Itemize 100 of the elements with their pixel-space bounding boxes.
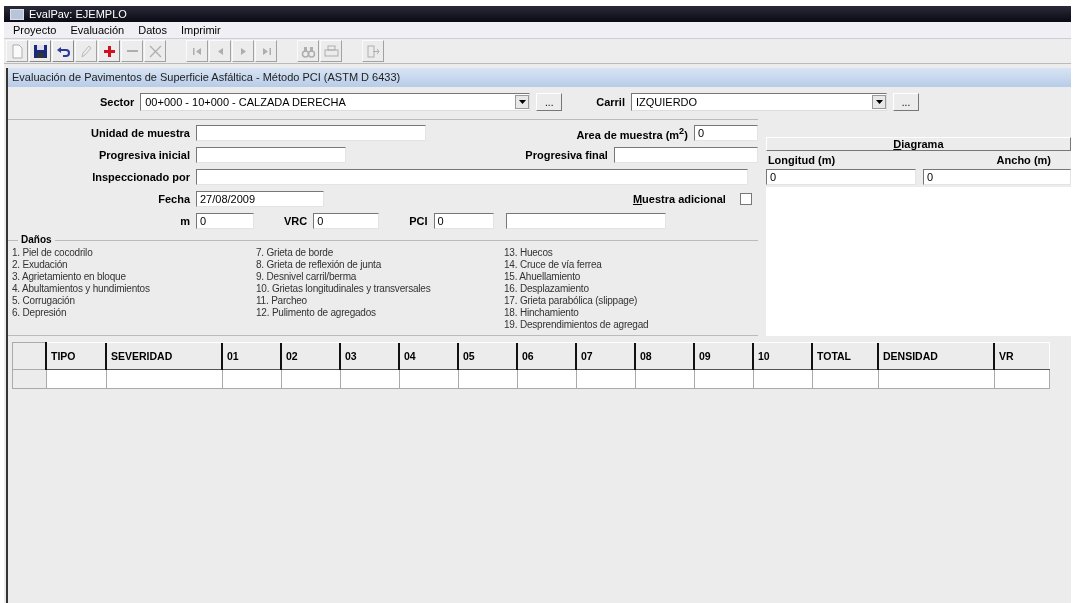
table-cell[interactable] bbox=[340, 369, 399, 389]
table-cell[interactable] bbox=[222, 369, 281, 389]
text-field[interactable] bbox=[196, 125, 426, 141]
column-header[interactable]: 05 bbox=[458, 342, 517, 370]
exit-icon bbox=[365, 43, 381, 59]
damage-item: 14. Cruce de vía ferrea bbox=[504, 259, 603, 271]
field-label: Area de muestra (m$^{2}$) bbox=[576, 125, 688, 141]
field-label: Inspeccionado por bbox=[91, 171, 190, 183]
table-cell[interactable] bbox=[576, 369, 635, 389]
text-field[interactable]: 0 bbox=[765, 168, 916, 185]
text-field[interactable]: 0 bbox=[313, 213, 380, 229]
menu-item[interactable]: Imprimir bbox=[174, 24, 228, 36]
save-button[interactable] bbox=[29, 40, 51, 62]
column-header[interactable]: 06 bbox=[517, 342, 576, 370]
menu-item[interactable]: Proyecto bbox=[6, 24, 64, 36]
damage-item: 3. Agrietamiento en bloque bbox=[12, 271, 127, 283]
column-header[interactable]: 09 bbox=[694, 342, 753, 370]
app-icon bbox=[10, 8, 24, 20]
column-header[interactable]: VR bbox=[994, 342, 1049, 370]
field-label: m bbox=[179, 215, 190, 227]
column-header[interactable]: SEVERIDAD bbox=[106, 342, 222, 370]
text-field[interactable]: 27/08/2009 bbox=[196, 191, 324, 207]
damage-item: 8. Grieta de reflexión de junta bbox=[256, 259, 383, 271]
minus-icon bbox=[126, 50, 138, 52]
field-label: VRC bbox=[284, 215, 308, 227]
pencil-icon bbox=[78, 43, 94, 59]
table-cell[interactable] bbox=[458, 369, 517, 389]
column-header[interactable]: 10 bbox=[753, 342, 812, 370]
text-field[interactable] bbox=[505, 213, 666, 229]
group-title: Daños bbox=[18, 234, 55, 245]
page-icon bbox=[9, 43, 25, 59]
field-label: Longitud (m) bbox=[767, 153, 836, 166]
table-cell[interactable] bbox=[812, 369, 878, 389]
field-label: Muestra adicional bbox=[632, 193, 726, 205]
save-icon bbox=[32, 43, 48, 59]
field-label: Sector bbox=[100, 96, 135, 108]
column-header[interactable]: 04 bbox=[399, 342, 458, 370]
table-cell[interactable] bbox=[878, 369, 994, 389]
damage-item: 9. Desnivel carril/berma bbox=[256, 271, 358, 283]
table-cell[interactable] bbox=[46, 369, 106, 389]
text-field[interactable]: 0 bbox=[433, 213, 494, 229]
damage-item: 15. Ahuellamiento bbox=[504, 271, 582, 283]
column-header[interactable]: TIPO bbox=[46, 342, 106, 370]
damage-item: 18. Hinchamiento bbox=[504, 307, 580, 319]
printer-icon bbox=[323, 43, 339, 59]
plus-icon bbox=[101, 43, 117, 59]
text-field[interactable]: 0 bbox=[923, 168, 1071, 185]
browse-button[interactable]: ... bbox=[893, 93, 919, 111]
undo-button[interactable] bbox=[52, 40, 74, 62]
column-header[interactable]: DENSIDAD bbox=[878, 342, 994, 370]
table-cell[interactable] bbox=[517, 369, 576, 389]
field-label: Progresiva inicial bbox=[97, 149, 190, 161]
text-field[interactable] bbox=[196, 147, 346, 163]
table-cell[interactable] bbox=[753, 369, 812, 389]
damage-item: 1. Piel de cocodrilo bbox=[12, 247, 94, 259]
checkbox[interactable] bbox=[739, 193, 752, 205]
damage-item: 11. Parcheo bbox=[256, 295, 308, 307]
table-cell[interactable] bbox=[281, 369, 340, 389]
close-icon bbox=[147, 43, 163, 59]
field-label: Fecha bbox=[157, 193, 190, 205]
damage-item: 5. Corrugación bbox=[12, 295, 76, 307]
column-header[interactable]: 01 bbox=[222, 342, 281, 370]
browse-button[interactable]: ... bbox=[536, 93, 563, 111]
row-header bbox=[12, 342, 46, 370]
text-field[interactable]: 0 bbox=[693, 125, 758, 141]
damage-item: 13. Huecos bbox=[504, 247, 554, 259]
table-cell[interactable] bbox=[694, 369, 753, 389]
field-label: PCI bbox=[409, 215, 428, 227]
field-label: Carril bbox=[596, 96, 625, 108]
field-label: Progresiva final bbox=[525, 149, 608, 161]
damage-item: 17. Grieta parabólica (slippage) bbox=[504, 295, 639, 307]
menu-item[interactable]: Datos bbox=[131, 24, 174, 36]
damage-item: 16. Desplazamiento bbox=[504, 283, 590, 295]
window-title: EvalPav: EJEMPLO bbox=[29, 8, 127, 20]
column-header[interactable]: 07 bbox=[576, 342, 635, 370]
damage-item: 19. Desprendimientos de agregad bbox=[504, 319, 649, 331]
form-title-bar: Evaluación de Pavimentos de Superficie Asfáltica - Método PCI (ASTM D 6433) bbox=[8, 68, 1071, 87]
plus-button[interactable] bbox=[98, 40, 120, 62]
menu-item[interactable]: Evaluación bbox=[63, 24, 132, 36]
damage-item: 6. Depresión bbox=[12, 307, 68, 319]
text-field[interactable]: 0 bbox=[196, 213, 254, 229]
field-label: Ancho (m) bbox=[996, 153, 1051, 166]
column-header[interactable]: TOTAL bbox=[812, 342, 878, 370]
damage-item: 7. Grieta de borde bbox=[256, 247, 334, 259]
table-cell[interactable] bbox=[106, 369, 222, 389]
text-field[interactable] bbox=[196, 169, 748, 185]
column-header[interactable]: 02 bbox=[281, 342, 340, 370]
table-cell[interactable] bbox=[399, 369, 458, 389]
column-header[interactable]: 08 bbox=[635, 342, 694, 370]
dropdown-field[interactable]: 00+000 - 10+000 - CALZADA DERECHA bbox=[140, 93, 531, 111]
diagram-tab[interactable]: Diagrama bbox=[765, 137, 1071, 151]
damage-item: 10. Grietas longitudinales y transversales bbox=[256, 283, 432, 295]
damage-item: 4. Abultamientos y hundimientos bbox=[12, 283, 151, 295]
field-label: Unidad de muestra bbox=[89, 127, 190, 139]
column-header[interactable]: 03 bbox=[340, 342, 399, 370]
table-cell[interactable] bbox=[994, 369, 1049, 389]
damage-item: 2. Exudación bbox=[12, 259, 69, 271]
text-field[interactable] bbox=[613, 147, 758, 163]
dropdown-field[interactable]: IZQUIERDO bbox=[631, 93, 887, 111]
table-cell[interactable] bbox=[635, 369, 694, 389]
